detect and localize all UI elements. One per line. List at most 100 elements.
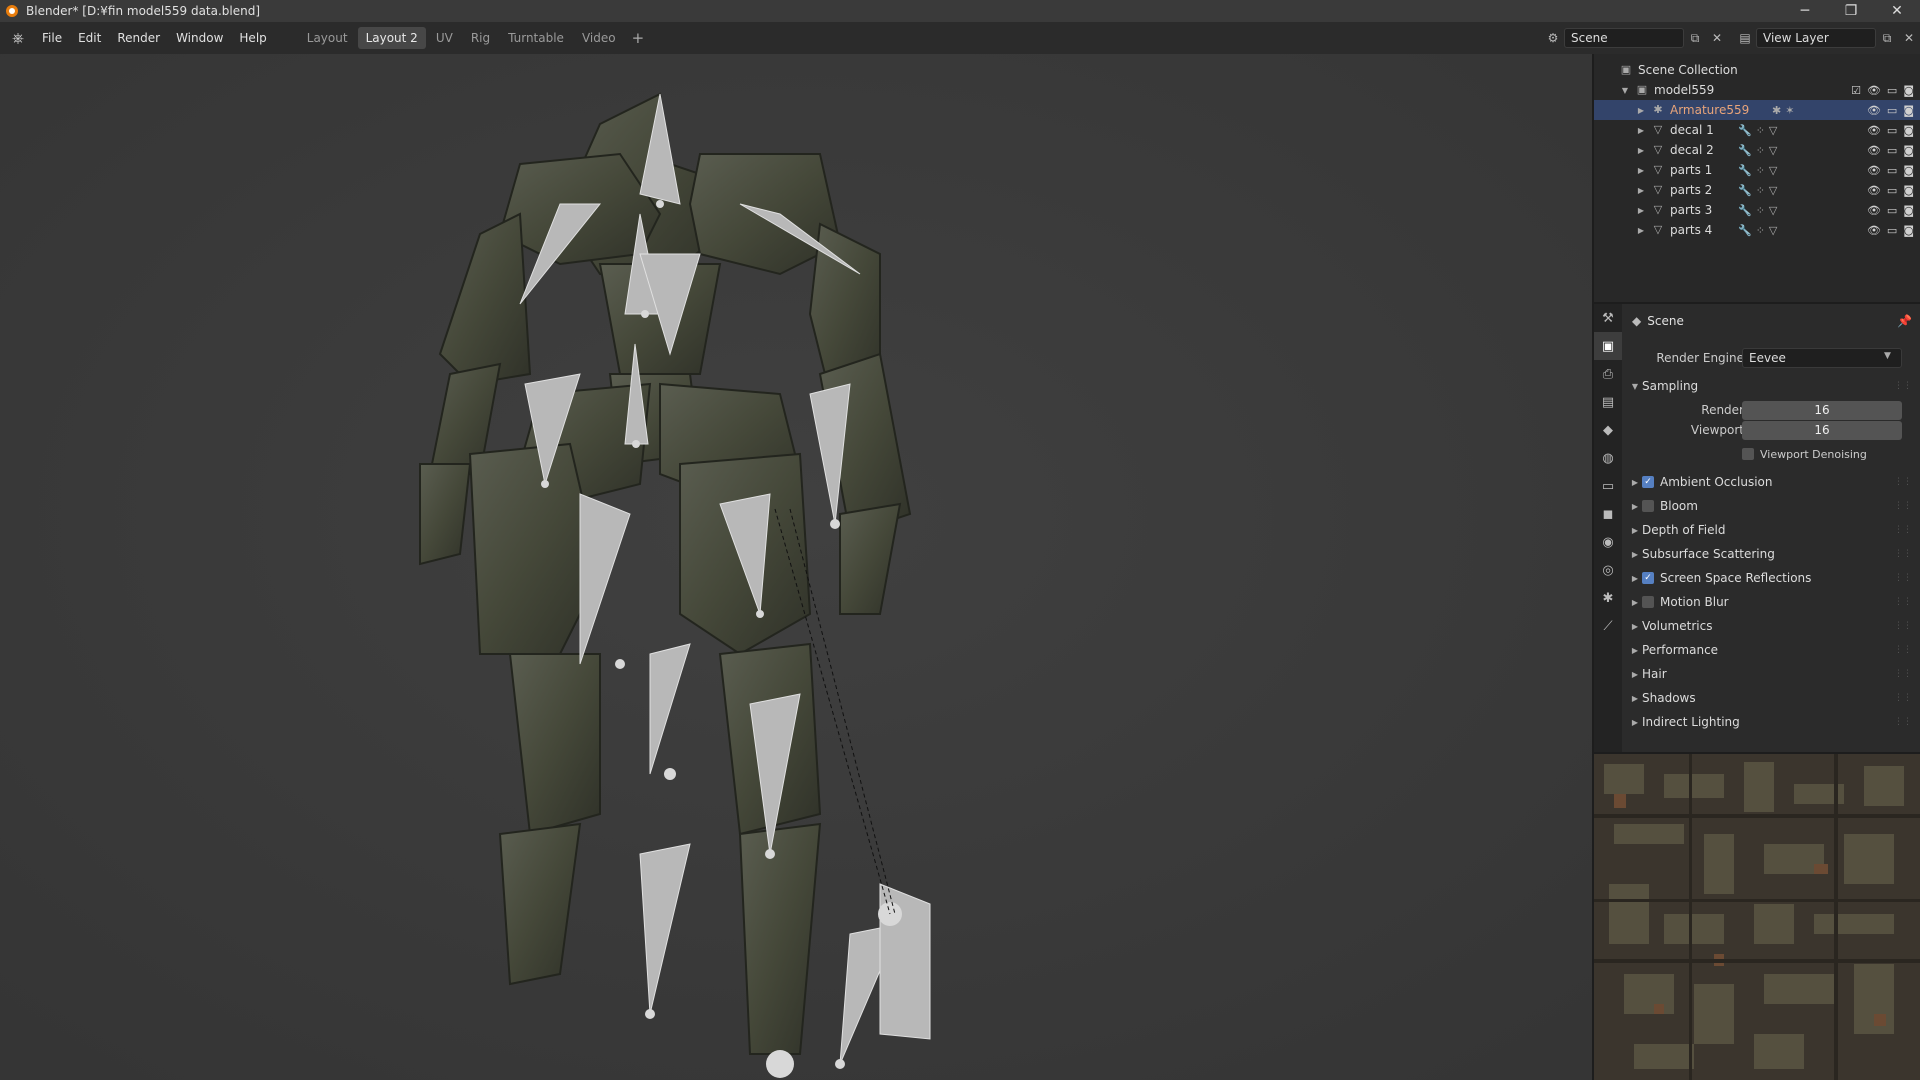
blender-menu-icon[interactable]: ⎈ xyxy=(8,28,28,48)
expand-triangle-icon[interactable]: ▶ xyxy=(1636,146,1646,155)
drag-handle-icon[interactable]: ⋮⋮ xyxy=(1894,597,1912,607)
workspace-tab-layout-2[interactable]: Layout 2 xyxy=(357,27,426,49)
mesh-data-icon[interactable]: ▽ xyxy=(1769,184,1777,197)
drag-handle-icon[interactable]: ⋮⋮ xyxy=(1894,525,1912,535)
new-view-layer-icon[interactable]: ⧉ xyxy=(1876,28,1898,48)
modifier-wrench-icon[interactable]: 🔧 xyxy=(1738,164,1752,177)
panel-bloom[interactable]: ▶ Bloom ⋮⋮ xyxy=(1628,494,1914,518)
vertex-groups-icon[interactable]: ⁘ xyxy=(1756,184,1765,197)
viewport-denoising-row[interactable]: Viewport Denoising xyxy=(1622,444,1920,464)
add-workspace-button[interactable]: + xyxy=(626,29,651,47)
motion-blur-checkbox[interactable] xyxy=(1642,596,1654,608)
drag-handle-icon[interactable]: ⋮⋮ xyxy=(1894,717,1912,727)
expand-triangle-icon[interactable]: ▶ xyxy=(1636,106,1646,115)
viewport-denoising-checkbox[interactable] xyxy=(1742,448,1754,460)
outliner-scene-collection[interactable]: ▣ Scene Collection xyxy=(1594,60,1920,80)
camera-icon[interactable]: ◙ xyxy=(1903,84,1914,97)
eye-icon[interactable]: 👁 xyxy=(1867,224,1881,237)
drag-handle-icon[interactable]: ⋮⋮ xyxy=(1894,477,1912,487)
eye-icon[interactable]: 👁 xyxy=(1867,184,1881,197)
camera-icon[interactable]: ◙ xyxy=(1903,104,1914,117)
mesh-data-icon[interactable]: ▽ xyxy=(1769,204,1777,217)
mesh-data-icon[interactable]: ▽ xyxy=(1769,144,1777,157)
close-button[interactable]: ✕ xyxy=(1874,0,1920,22)
panel-depth-of-field[interactable]: ▶ Depth of Field ⋮⋮ xyxy=(1628,518,1914,542)
eye-icon[interactable]: 👁 xyxy=(1867,124,1881,137)
panel-motion-blur[interactable]: ▶ Motion Blur ⋮⋮ xyxy=(1628,590,1914,614)
menu-window[interactable]: Window xyxy=(168,31,231,45)
monitor-icon[interactable]: ▭ xyxy=(1887,84,1897,97)
delete-view-layer-icon[interactable]: ✕ xyxy=(1898,28,1920,48)
outliner-item-parts-3[interactable]: ▶ ▽ parts 3 🔧 ⁘ ▽ 👁 ▭ ◙ xyxy=(1594,200,1920,220)
view-layer-browse-icon[interactable]: ▤ xyxy=(1734,28,1756,48)
camera-icon[interactable]: ◙ xyxy=(1903,124,1914,137)
camera-icon[interactable]: ◙ xyxy=(1903,204,1914,217)
panel-shadows[interactable]: ▶ Shadows ⋮⋮ xyxy=(1628,686,1914,710)
collapse-triangle-icon[interactable]: ▼ xyxy=(1620,86,1630,95)
outliner-item-parts-4[interactable]: ▶ ▽ parts 4 🔧 ⁘ ▽ 👁 ▭ ◙ xyxy=(1594,220,1920,240)
expand-triangle-icon[interactable]: ▶ xyxy=(1636,186,1646,195)
pin-icon[interactable]: 📌 xyxy=(1897,314,1912,328)
render-engine-dropdown[interactable]: Eevee xyxy=(1742,348,1902,368)
panel-hair[interactable]: ▶ Hair ⋮⋮ xyxy=(1628,662,1914,686)
panel-indirect-lighting[interactable]: ▶ Indirect Lighting ⋮⋮ xyxy=(1628,710,1914,734)
delete-scene-icon[interactable]: ✕ xyxy=(1706,28,1728,48)
outliner-item-decal-2[interactable]: ▶ ▽ decal 2 🔧 ⁘ ▽ 👁 ▭ ◙ xyxy=(1594,140,1920,160)
viewport-samples-field[interactable]: 16 xyxy=(1742,420,1902,440)
modifier-wrench-icon[interactable]: 🔧 xyxy=(1738,204,1752,217)
maximize-button[interactable]: ❐ xyxy=(1828,0,1874,22)
menu-help[interactable]: Help xyxy=(231,31,274,45)
menu-file[interactable]: File xyxy=(34,31,70,45)
monitor-icon[interactable]: ▭ xyxy=(1887,144,1897,157)
world-tab-icon[interactable]: ◍ xyxy=(1594,444,1622,472)
drag-handle-icon[interactable]: ⋮⋮ xyxy=(1894,573,1912,583)
vertex-groups-icon[interactable]: ⁘ xyxy=(1756,224,1765,237)
expand-triangle-icon[interactable]: ▶ xyxy=(1636,166,1646,175)
eye-icon[interactable]: 👁 xyxy=(1867,84,1881,97)
outliner-item-parts-2[interactable]: ▶ ▽ parts 2 🔧 ⁘ ▽ 👁 ▭ ◙ xyxy=(1594,180,1920,200)
drag-handle-icon[interactable]: ⋮⋮ xyxy=(1894,549,1912,559)
panel-screen-space-reflections[interactable]: ▶ ✓ Screen Space Reflections ⋮⋮ xyxy=(1628,566,1914,590)
modifier-wrench-icon[interactable]: 🔧 xyxy=(1738,124,1752,137)
panel-volumetrics[interactable]: ▶ Volumetrics ⋮⋮ xyxy=(1628,614,1914,638)
scene-name-field[interactable]: Scene xyxy=(1564,28,1684,48)
drag-handle-icon[interactable]: ⋮⋮ xyxy=(1894,645,1912,655)
monitor-icon[interactable]: ▭ xyxy=(1887,224,1897,237)
drag-handle-icon[interactable]: ⋮⋮ xyxy=(1894,501,1912,511)
vertex-groups-icon[interactable]: ⁘ xyxy=(1756,124,1765,137)
output-tab-icon[interactable]: ⎙ xyxy=(1594,360,1622,388)
vertex-groups-icon[interactable]: ⁘ xyxy=(1756,164,1765,177)
collection-tab-icon[interactable]: ▭ xyxy=(1594,472,1622,500)
outliner-item-armature[interactable]: ▶ ✱ Armature559 ✱ ✶ 👁 ▭ ◙ xyxy=(1594,100,1920,120)
monitor-icon[interactable]: ▭ xyxy=(1887,104,1897,117)
mesh-data-icon[interactable]: ▽ xyxy=(1769,224,1777,237)
expand-triangle-icon[interactable]: ▶ xyxy=(1636,206,1646,215)
menu-edit[interactable]: Edit xyxy=(70,31,109,45)
drag-handle-icon[interactable]: ⋮⋮ xyxy=(1894,621,1912,631)
camera-icon[interactable]: ◙ xyxy=(1903,224,1914,237)
bloom-checkbox[interactable] xyxy=(1642,500,1654,512)
vertex-groups-icon[interactable]: ⁘ xyxy=(1756,144,1765,157)
panel-subsurface-scattering[interactable]: ▶ Subsurface Scattering ⋮⋮ xyxy=(1628,542,1914,566)
physics-tab-icon[interactable]: ◉ xyxy=(1594,528,1622,556)
outliner-item-parts-1[interactable]: ▶ ▽ parts 1 🔧 ⁘ ▽ 👁 ▭ ◙ xyxy=(1594,160,1920,180)
monitor-icon[interactable]: ▭ xyxy=(1887,204,1897,217)
object-tab-icon[interactable]: ◼ xyxy=(1594,500,1622,528)
monitor-icon[interactable]: ▭ xyxy=(1887,164,1897,177)
3d-viewport[interactable] xyxy=(0,54,1592,1080)
eye-icon[interactable]: 👁 xyxy=(1867,204,1881,217)
mesh-data-icon[interactable]: ▽ xyxy=(1769,164,1777,177)
mesh-data-icon[interactable]: ▽ xyxy=(1769,124,1777,137)
workspace-tab-turntable[interactable]: Turntable xyxy=(500,27,572,49)
view-layer-tab-icon[interactable]: ▤ xyxy=(1594,388,1622,416)
object-data-tab-icon[interactable]: ✱ xyxy=(1594,584,1622,612)
image-editor-texture-preview[interactable] xyxy=(1594,754,1920,1080)
modifier-wrench-icon[interactable]: 🔧 xyxy=(1738,224,1752,237)
workspace-tab-layout[interactable]: Layout xyxy=(299,27,356,49)
render-tab-icon[interactable]: ▣ xyxy=(1594,332,1622,360)
new-scene-icon[interactable]: ⧉ xyxy=(1684,28,1706,48)
eye-icon[interactable]: 👁 xyxy=(1867,164,1881,177)
view-layer-field[interactable]: View Layer xyxy=(1756,28,1876,48)
drag-handle-icon[interactable]: ⋮⋮ xyxy=(1894,669,1912,679)
scene-tab-icon[interactable]: ◆ xyxy=(1594,416,1622,444)
